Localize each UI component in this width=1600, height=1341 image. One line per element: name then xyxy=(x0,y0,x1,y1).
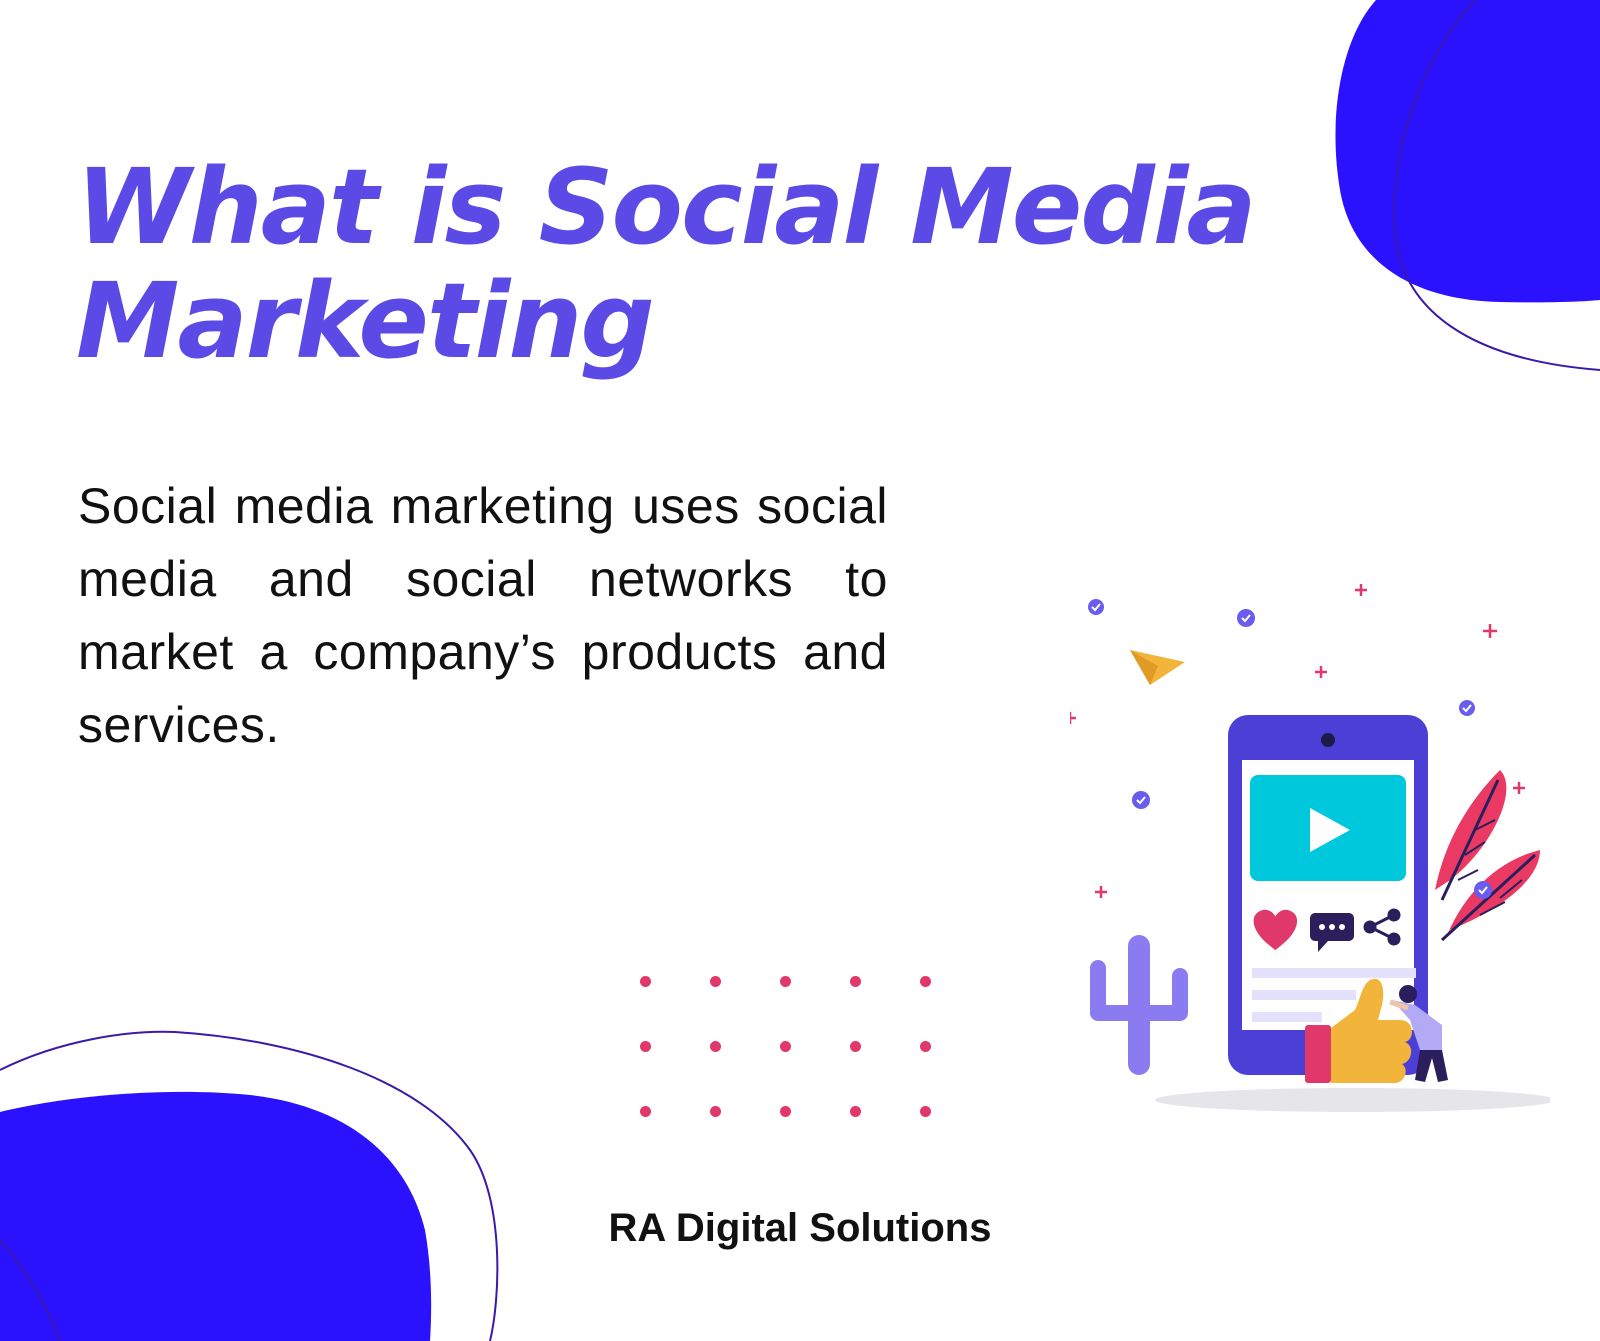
dot-grid xyxy=(640,976,950,1136)
grid-dot xyxy=(710,976,721,987)
bottom-left-blob xyxy=(0,1091,432,1341)
grid-dot xyxy=(920,1041,931,1052)
social-media-illustration xyxy=(1070,584,1550,1112)
grid-dot xyxy=(710,1041,721,1052)
check-badge-icon xyxy=(1459,700,1475,716)
cactus xyxy=(1090,935,1188,1075)
grid-dot xyxy=(640,1106,651,1117)
plus-icon xyxy=(1070,712,1076,724)
grid-dot xyxy=(780,976,791,987)
brand-name: RA Digital Solutions xyxy=(608,1206,992,1250)
content-line xyxy=(1252,990,1356,1000)
ground-shadow xyxy=(1155,1088,1550,1112)
grid-dot xyxy=(850,976,861,987)
grid-dot xyxy=(850,1041,861,1052)
grid-dot xyxy=(780,1041,791,1052)
plus-icon xyxy=(1483,624,1497,638)
grid-dot xyxy=(640,1041,651,1052)
plus-icon xyxy=(1355,584,1367,596)
grid-dot xyxy=(920,976,931,987)
description-text: Social media marketing uses social media… xyxy=(78,478,888,753)
page-title: What is Social Media Marketing xyxy=(76,150,1276,378)
title-line-2: Marketing xyxy=(76,260,655,382)
top-right-blob xyxy=(1335,0,1600,303)
grid-dot xyxy=(780,1106,791,1117)
content-line xyxy=(1252,1012,1322,1022)
leaf-decoration xyxy=(1435,770,1540,942)
plus-icon xyxy=(1513,782,1525,794)
grid-dot xyxy=(850,1106,861,1117)
grid-dot xyxy=(920,1106,931,1117)
check-badge-icon xyxy=(1132,791,1150,809)
plus-icon xyxy=(1095,886,1107,898)
grid-dot xyxy=(710,1106,721,1117)
content-line xyxy=(1252,968,1416,978)
title-line-1: What is Social Media xyxy=(76,146,1257,268)
check-badge-icon xyxy=(1237,609,1255,627)
social-media-marketing-card: What is Social Media Marketing Social me… xyxy=(0,0,1600,1341)
grid-dot xyxy=(640,976,651,987)
check-badge-icon xyxy=(1474,881,1492,899)
paper-plane-icon xyxy=(1130,650,1185,685)
check-badge-icon xyxy=(1088,599,1104,615)
plus-icon xyxy=(1315,666,1327,678)
